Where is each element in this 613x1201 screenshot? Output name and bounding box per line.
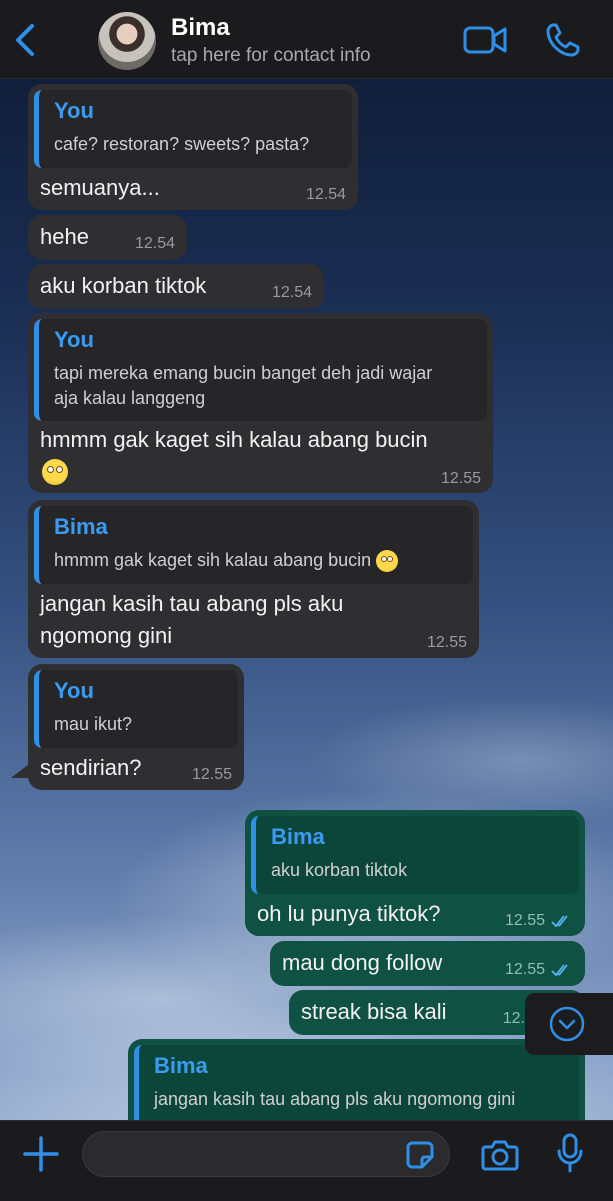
microphone-icon [557,1133,583,1173]
video-call-button[interactable] [463,24,507,61]
message-text: jangan kasih tau abang pls aku ngomong g… [40,591,344,648]
quote-author: Bima [271,824,325,849]
quote-text: jangan kasih tau abang pls aku ngomong g… [154,1089,516,1109]
video-camera-icon [463,26,507,54]
face-with-rolling-eyes-icon [376,550,399,573]
message-bubble-outgoing[interactable]: mau dong follow 12.55 [270,941,585,986]
voice-message-button[interactable] [556,1133,584,1178]
message-bubble-incoming[interactable]: You tapi mereka emang bucin banget deh j… [28,313,493,493]
contact-info-hint[interactable]: tap here for contact info [171,45,371,67]
message-time: 12.54 [271,284,312,301]
attach-button[interactable] [22,1135,60,1178]
quoted-reply[interactable]: Bima hmmm gak kaget sih kalau abang buci… [34,506,473,584]
double-check-icon [551,915,568,928]
chat-header: Bima tap here for contact info [0,0,613,79]
message-time: 12.55 [191,766,232,783]
plus-icon [23,1136,59,1172]
scroll-to-bottom-button[interactable] [525,993,613,1055]
message-text: mau dong follow [282,950,443,975]
message-text: hmmm gak kaget sih kalau abang bucin [40,427,428,452]
message-time: 12.55 [426,634,467,651]
sticker-icon [406,1141,434,1169]
message-time: 12.55 [440,470,481,487]
chevron-down-circle-icon [549,1006,585,1042]
quote-author: Bima [54,514,108,539]
contact-avatar[interactable] [98,12,156,70]
message-time: 12.54 [134,235,175,252]
voice-call-button[interactable] [545,22,581,63]
quote-text: hmmm gak kaget sih kalau abang bucin [54,550,372,570]
sticker-button[interactable] [405,1140,435,1175]
message-bubble-incoming[interactable]: aku korban tiktok 12.54 [28,264,324,309]
message-bubble-incoming[interactable]: Bima hmmm gak kaget sih kalau abang buci… [28,500,479,658]
message-text: sendirian? [40,755,142,780]
quote-author: You [54,678,94,703]
quote-author: Bima [154,1053,208,1078]
message-text: semuanya... [40,175,160,200]
message-text: aku korban tiktok [40,273,207,298]
quote-author: You [54,98,94,123]
camera-button[interactable] [481,1138,519,1177]
back-button[interactable] [10,20,42,60]
chevron-left-icon [16,24,34,56]
face-with-rolling-eyes-icon [42,459,68,485]
contact-name[interactable]: Bima [171,14,230,42]
camera-icon [481,1140,519,1171]
phone-icon [546,23,580,57]
quote-text: tapi mereka emang bucin banget deh jadi … [54,363,433,408]
quoted-reply[interactable]: You tapi mereka emang bucin banget deh j… [34,319,487,421]
quote-text: cafe? restoran? sweets? pasta? [54,134,310,154]
message-text: streak bisa kali [301,999,447,1024]
bubble-tail [11,764,29,778]
message-input[interactable] [82,1131,450,1177]
quoted-reply[interactable]: Bima aku korban tiktok [251,816,579,894]
quote-text: aku korban tiktok [271,860,408,880]
message-bubble-outgoing[interactable]: Bima aku korban tiktok oh lu punya tikto… [245,810,585,936]
message-text: hehe [40,224,89,249]
message-bubble-incoming[interactable]: You cafe? restoran? sweets? pasta? semua… [28,84,358,210]
message-time: 12.55 [504,912,545,929]
quoted-reply[interactable]: You cafe? restoran? sweets? pasta? [34,90,352,168]
message-text: oh lu punya tiktok? [257,901,441,926]
quote-text: mau ikut? [54,714,133,734]
composer-bar [0,1120,613,1201]
quoted-reply[interactable]: You mau ikut? [34,670,238,748]
quote-text-row: hmmm gak kaget sih kalau abang bucin [54,548,461,573]
message-time: 12. [502,1010,525,1027]
message-time: 12.55 [504,961,545,978]
double-check-icon [551,964,568,977]
message-bubble-incoming[interactable]: hehe 12.54 [28,215,187,260]
quote-author: You [54,327,94,352]
message-time: 12.54 [305,186,346,203]
message-bubble-incoming[interactable]: You mau ikut? sendirian? 12.55 [28,664,244,790]
